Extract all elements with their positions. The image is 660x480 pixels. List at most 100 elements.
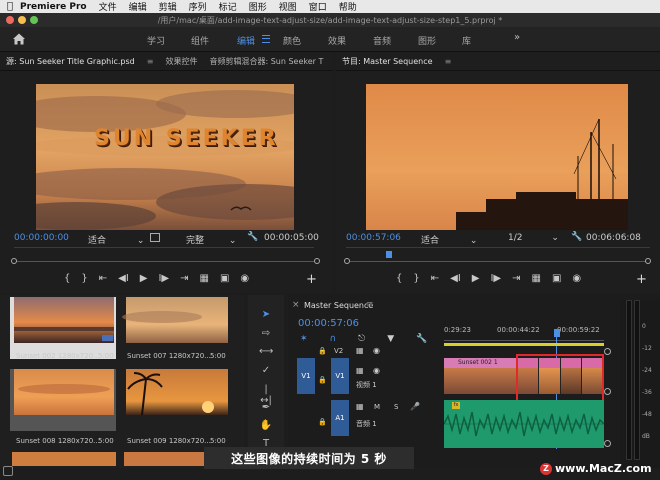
video-clip[interactable] xyxy=(518,358,540,394)
tab-source[interactable]: 源: Sun Seeker Title Graphic.psd xyxy=(6,56,135,67)
track-sync-icon[interactable]: ▦ xyxy=(356,366,364,375)
eye-icon[interactable]: ◉ xyxy=(373,366,380,375)
step-back-icon[interactable]: ◀I xyxy=(118,273,129,284)
workspace-tab-libraries[interactable]: 库 xyxy=(462,34,471,47)
panel-menu-icon[interactable]: ≡ xyxy=(147,57,154,66)
menu-file[interactable]: 文件 xyxy=(99,0,117,13)
timeline-ruler[interactable] xyxy=(444,336,604,341)
menu-marker[interactable]: 标记 xyxy=(219,0,237,13)
source-zoom-bar[interactable] xyxy=(17,261,315,262)
menu-window[interactable]: 窗口 xyxy=(309,0,327,13)
ripple-edit-tool-icon[interactable]: ⟷ xyxy=(259,346,273,360)
program-zoom-bar[interactable] xyxy=(350,261,646,262)
program-time-ruler[interactable] xyxy=(346,247,650,248)
source-time-ruler[interactable] xyxy=(14,247,314,248)
selection-tool-icon[interactable]: ➤ xyxy=(259,309,273,323)
source-quality-dropdown[interactable]: 完整 ⌄ xyxy=(186,233,236,246)
mute-button[interactable]: M xyxy=(374,403,380,411)
timeline-playhead-handle[interactable] xyxy=(554,329,560,337)
panel-menu-icon[interactable]: ≡ xyxy=(366,300,374,310)
lock-icon[interactable] xyxy=(3,466,13,476)
bin-clip-thumb-4[interactable] xyxy=(122,369,230,431)
bin-clip-thumb-2[interactable] xyxy=(122,297,230,359)
home-icon[interactable] xyxy=(12,32,26,46)
timeline-tab[interactable]: Master Sequence xyxy=(304,301,373,310)
source-timecode[interactable]: 00:00:00:00 xyxy=(14,233,69,243)
video-clip[interactable] xyxy=(539,358,561,394)
workspace-tab-audio[interactable]: 音频 xyxy=(373,34,391,47)
extract-icon[interactable]: ▣ xyxy=(552,273,561,284)
play-icon[interactable]: ▶ xyxy=(140,273,148,284)
zoom-window-button[interactable] xyxy=(30,16,38,24)
workspace-menu-icon[interactable] xyxy=(262,35,270,43)
app-name-menu[interactable]: Premiere Pro xyxy=(20,2,87,12)
video-clip[interactable] xyxy=(560,358,582,394)
track-select-tool-icon[interactable]: ⇨ xyxy=(259,328,273,342)
close-window-button[interactable] xyxy=(6,16,14,24)
go-to-out-icon[interactable]: ⇥ xyxy=(512,273,520,284)
source-zoom-handle-right[interactable] xyxy=(314,258,320,264)
insert-icon[interactable]: ▦ xyxy=(200,273,209,284)
mark-out-icon[interactable]: } xyxy=(413,273,419,284)
mark-in-icon[interactable]: { xyxy=(396,273,402,284)
work-area-bar[interactable] xyxy=(444,343,604,346)
program-fit-dropdown[interactable]: 适合 ⌄ xyxy=(421,233,477,246)
nest-icon[interactable]: ✶ xyxy=(300,334,308,344)
solo-button[interactable]: S xyxy=(394,403,398,411)
track-zoom-handle[interactable] xyxy=(604,440,611,447)
program-resolution-dropdown[interactable]: 1/2 ⌄ xyxy=(508,233,559,243)
tab-program[interactable]: 节目: Master Sequence xyxy=(342,56,433,67)
menu-sequence[interactable]: 序列 xyxy=(189,0,207,13)
source-video-frame[interactable]: SUN SEEKER xyxy=(36,84,294,230)
panel-menu-icon[interactable]: ≡ xyxy=(445,57,452,66)
add-marker-icon[interactable]: ▼ xyxy=(387,334,394,344)
go-to-out-icon[interactable]: ⇥ xyxy=(180,273,188,284)
wrench-icon[interactable]: 🔧 xyxy=(247,232,258,242)
menu-graphics[interactable]: 图形 xyxy=(249,0,267,13)
video-clip[interactable]: Sunset 002 1 xyxy=(444,358,516,394)
snap-icon[interactable]: ∩ xyxy=(330,334,337,344)
minimize-window-button[interactable] xyxy=(18,16,26,24)
track-sync-icon[interactable]: ▦ xyxy=(356,402,364,411)
step-back-icon[interactable]: ◀I xyxy=(450,273,461,284)
track-v1-target[interactable]: V1 xyxy=(331,358,349,394)
track-a1-target[interactable]: A1 xyxy=(331,400,349,436)
go-to-in-icon[interactable]: ⇤ xyxy=(99,273,107,284)
wrench-icon[interactable]: 🔧 xyxy=(571,232,582,242)
export-frame-icon[interactable]: ◉ xyxy=(572,273,581,284)
program-playhead[interactable] xyxy=(386,251,392,258)
microphone-icon[interactable]: 🎤 xyxy=(410,402,420,411)
slip-tool-icon[interactable]: |↔| xyxy=(259,384,273,406)
tab-effect-controls[interactable]: 效果控件 xyxy=(165,56,197,67)
step-forward-icon[interactable]: I▶ xyxy=(158,273,169,284)
track-lock-v2[interactable]: 🔒 xyxy=(318,347,327,355)
workspace-tab-color[interactable]: 颜色 xyxy=(283,34,301,47)
menu-edit[interactable]: 编辑 xyxy=(129,0,147,13)
track-lock-a1[interactable]: 🔒 xyxy=(318,418,327,426)
program-timecode[interactable]: 00:00:57:06 xyxy=(346,233,401,243)
track-zoom-handle[interactable] xyxy=(604,388,611,395)
program-zoom-handle-right[interactable] xyxy=(645,258,651,264)
wrench-icon[interactable]: 🔧 xyxy=(416,334,427,344)
bin-clip-thumb-3[interactable] xyxy=(10,369,116,431)
mark-out-icon[interactable]: } xyxy=(81,273,87,284)
more-workspaces-icon[interactable]: » xyxy=(514,32,520,43)
video-clip[interactable] xyxy=(581,358,602,394)
menu-view[interactable]: 视图 xyxy=(279,0,297,13)
play-icon[interactable]: ▶ xyxy=(472,273,480,284)
track-zoom-handle[interactable] xyxy=(604,348,611,355)
razor-tool-icon[interactable]: ✓ xyxy=(259,365,273,379)
audio-clip[interactable]: fx xyxy=(443,400,605,448)
mark-in-icon[interactable]: { xyxy=(64,273,70,284)
bin-clip-thumb-1[interactable] xyxy=(10,297,116,359)
workspace-tab-assembly[interactable]: 组件 xyxy=(191,34,209,47)
export-frame-icon[interactable]: ◉ xyxy=(240,273,249,284)
source-fit-dropdown[interactable]: 适合 ⌄ xyxy=(88,233,144,246)
tab-audio-clip-mixer[interactable]: 音频剪辑混合器: Sun Seeker T xyxy=(209,56,323,67)
workspace-tab-editing[interactable]: 编辑 xyxy=(237,34,255,47)
track-sync-icon[interactable]: ▦ xyxy=(356,346,364,355)
close-icon[interactable]: × xyxy=(292,300,300,310)
track-lock-v1[interactable]: 🔒 xyxy=(318,376,327,384)
settings-icon[interactable] xyxy=(150,233,160,242)
menu-clip[interactable]: 剪辑 xyxy=(159,0,177,13)
